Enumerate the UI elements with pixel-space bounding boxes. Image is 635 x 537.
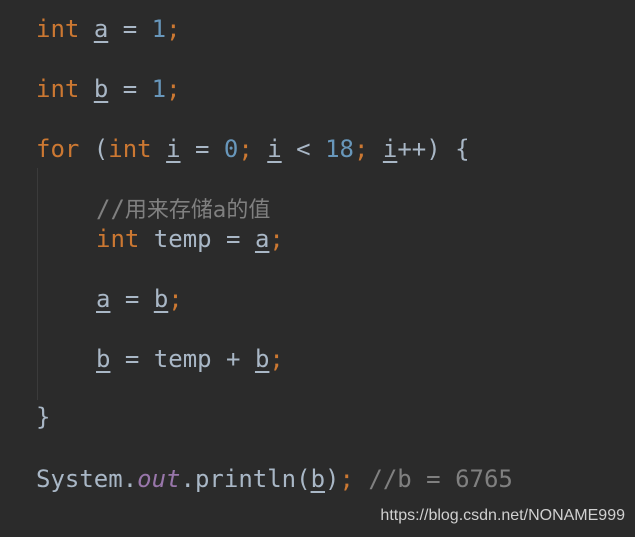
- code-line-1: int a = 1;: [36, 14, 181, 44]
- semicolon: ;: [353, 135, 369, 163]
- keyword: int: [96, 225, 140, 253]
- variable: b: [310, 465, 326, 493]
- variable: i: [267, 135, 282, 163]
- code-line-assign-b: b = temp + b;: [96, 344, 284, 374]
- operator: =: [108, 15, 152, 43]
- semicolon: ;: [238, 135, 253, 163]
- watermark: https://blog.csdn.net/NONAME999: [380, 507, 625, 524]
- semicolon: ;: [269, 225, 284, 253]
- variable: a: [93, 15, 109, 43]
- class-name: System.: [36, 465, 138, 493]
- keyword: int: [36, 75, 80, 103]
- static-field: out: [137, 465, 181, 493]
- code-comment: //用来存储a的值: [96, 194, 270, 224]
- operator: =: [180, 135, 224, 163]
- code-text: temp =: [139, 225, 255, 253]
- paren: ): [325, 465, 340, 493]
- semicolon: ;: [269, 345, 284, 373]
- semicolon: ;: [166, 75, 181, 103]
- variable: a: [96, 285, 111, 313]
- keyword: int: [36, 15, 80, 43]
- code-line-assign-a: a = b;: [96, 284, 183, 314]
- keyword: int: [108, 135, 152, 163]
- comment-text: 用来存储a的值: [124, 198, 271, 223]
- operator: =: [108, 75, 152, 103]
- operator: <: [281, 135, 326, 163]
- operator: ++) {: [397, 135, 470, 163]
- indent-guide: [37, 168, 38, 400]
- semicolon: ;: [168, 285, 183, 313]
- comment-slashes: //: [96, 195, 125, 223]
- number-literal: 18: [325, 135, 354, 163]
- number-literal: 1: [151, 15, 167, 43]
- paren: (: [79, 135, 109, 163]
- number-literal: 1: [151, 75, 167, 103]
- variable: i: [166, 135, 181, 163]
- keyword: for: [36, 135, 80, 163]
- semicolon: ;: [339, 465, 354, 493]
- variable: b: [93, 75, 109, 103]
- variable: i: [382, 135, 398, 163]
- variable: b: [153, 285, 169, 313]
- method-call: .println(: [180, 465, 311, 493]
- variable: b: [96, 345, 111, 373]
- inline-comment: //b = 6765: [353, 465, 513, 493]
- code-close-brace: }: [36, 403, 51, 431]
- number-literal: 0: [223, 135, 239, 163]
- code-line-2: int b = 1;: [36, 74, 181, 104]
- code-line-println: System.out.println(b); //b = 6765: [36, 464, 513, 494]
- semicolon: ;: [166, 15, 181, 43]
- operator: =: [110, 285, 154, 313]
- variable: b: [254, 345, 270, 373]
- code-line-temp: int temp = a;: [96, 224, 284, 254]
- code-line-for: for (int i = 0; i < 18; i++) {: [36, 134, 470, 164]
- code-text: = temp +: [110, 345, 255, 373]
- variable: a: [254, 225, 270, 253]
